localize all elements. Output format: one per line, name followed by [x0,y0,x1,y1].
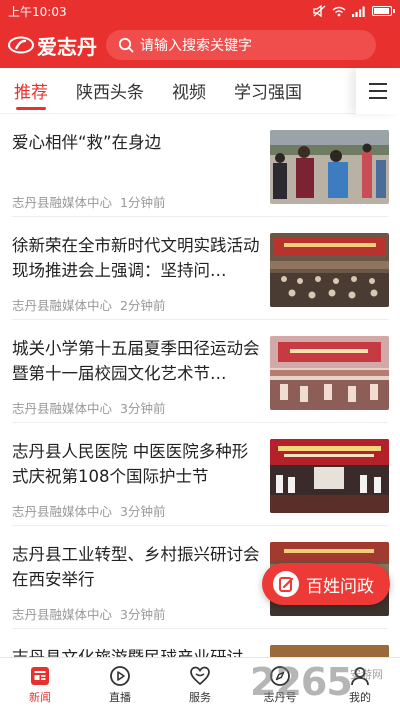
channel-tabs: 推荐 陕西头条 视频 学习强国 [0,68,400,114]
mute-icon [313,5,326,17]
menu-icon [369,83,387,85]
app-logo: 爱志丹 [8,31,106,60]
news-title: 志丹县人民医院 中医医院多种形式庆祝第108个国际护士节 [12,442,249,486]
news-icon [31,666,49,685]
news-title: 徐新荣在全市新时代文明实践活动现场推进会上强调：坚持问… [12,236,260,280]
user-icon [351,666,369,685]
status-icons [313,5,395,17]
news-title: 爱心相伴“救”在身边 [12,133,162,152]
nav-label: 直播 [109,690,131,704]
news-thumbnail [270,130,389,204]
news-source: 志丹县融媒体中心 [12,298,113,313]
tab-label: 视频 [172,83,206,103]
logo-text: 爱志丹 [37,34,97,59]
search-icon [118,37,134,53]
tab-label: 学习强国 [234,83,302,103]
news-item[interactable]: 志丹县文化旅游暨民球产业研讨 [0,629,400,657]
news-time: 3分钟前 [120,504,166,519]
news-time: 3分钟前 [120,607,166,622]
nav-label: 我的 [349,690,371,704]
tab-shaanxi-headlines[interactable]: 陕西头条 [62,68,158,114]
news-source: 志丹县融媒体中心 [12,607,113,622]
news-title: 志丹县文化旅游暨民球产业研讨 [12,645,262,657]
tab-label: 陕西头条 [76,83,144,103]
news-thumbnail [270,439,389,513]
tab-xuexi[interactable]: 学习强国 [220,68,316,114]
news-title: 志丹县工业转型、乡村振兴研讨会在西安举行 [12,545,260,589]
app-header: 爱志丹 请输入搜索关键字 [0,22,400,68]
news-thumbnail [270,336,389,410]
news-item[interactable]: 城关小学第十五届夏季田径运动会暨第十一届校园文化艺术节… 志丹县融媒体中心 3分钟… [0,320,400,423]
news-time: 1分钟前 [120,195,166,210]
tab-label: 推荐 [14,83,48,103]
news-meta: 志丹县融媒体中心 1分钟前 [12,192,165,211]
news-source: 志丹县融媒体中心 [12,504,113,519]
wifi-icon [332,6,346,16]
nav-zhidan-account[interactable]: 志丹号 [240,658,320,711]
nav-mine[interactable]: 我的 [320,658,400,711]
news-meta: 志丹县融媒体中心 3分钟前 [12,604,165,623]
news-time: 2分钟前 [120,298,166,313]
news-thumbnail [270,233,389,307]
nav-service[interactable]: 服务 [160,658,240,711]
nav-news[interactable]: 新闻 [0,658,80,711]
logo-mark-icon [8,36,34,54]
search-bar[interactable]: 请输入搜索关键字 [106,30,376,60]
menu-icon-line [369,90,387,92]
tab-recommend[interactable]: 推荐 [0,68,62,114]
news-meta: 志丹县融媒体中心 3分钟前 [12,398,165,417]
news-meta: 志丹县融媒体中心 3分钟前 [12,501,165,520]
news-title: 城关小学第十五届夏季田径运动会暨第十一届校园文化艺术节… [12,339,260,383]
news-thumbnail [270,645,389,657]
news-item[interactable]: 徐新荣在全市新时代文明实践活动现场推进会上强调：坚持问… 志丹县融媒体中心 2分钟… [0,217,400,320]
battery-icon [372,6,395,16]
bottom-navigation: 新闻 直播 服务 志丹号 我的 [0,657,400,711]
play-icon [110,665,130,686]
nav-label: 志丹号 [263,690,297,704]
public-inquiry-button[interactable]: 百姓问政 [262,563,390,605]
heart-icon [190,666,210,685]
edit-icon [273,571,299,597]
nav-label: 服务 [189,690,211,704]
signal-icon [352,6,365,17]
search-placeholder: 请输入搜索关键字 [140,38,252,54]
news-item[interactable]: 志丹县人民医院 中医医院多种形式庆祝第108个国际护士节 志丹县融媒体中心 3分钟… [0,423,400,526]
tab-video[interactable]: 视频 [158,68,220,114]
status-time: 上午10:03 [8,4,67,19]
menu-icon-line [369,97,387,99]
nav-live[interactable]: 直播 [80,658,160,711]
news-meta: 志丹县融媒体中心 2分钟前 [12,295,165,314]
news-item[interactable]: 爱心相伴“救”在身边 志丹县融媒体中心 1分钟前 [0,114,400,217]
channel-menu-button[interactable] [356,68,400,114]
news-source: 志丹县融媒体中心 [12,401,113,416]
news-time: 3分钟前 [120,401,166,416]
nav-label: 新闻 [29,690,51,704]
fab-label: 百姓问政 [306,576,374,597]
status-bar: 上午10:03 [0,0,400,22]
news-source: 志丹县融媒体中心 [12,195,113,210]
compass-icon [270,665,290,686]
app-root: 上午10:03 爱志丹 请输入搜索关键字 推荐 陕西头条 视频 学习强国 爱心相… [0,0,400,711]
